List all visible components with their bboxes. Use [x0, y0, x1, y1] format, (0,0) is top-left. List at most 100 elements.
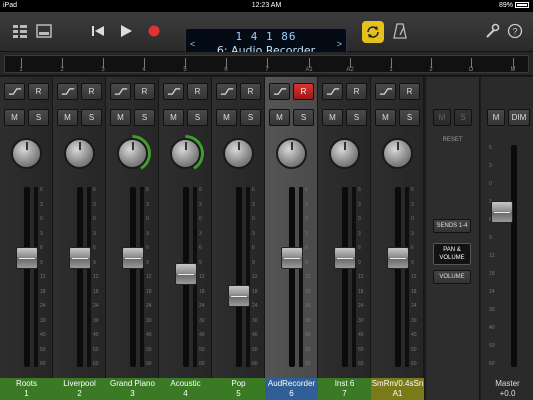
help-icon[interactable]: ? — [507, 23, 523, 39]
pan-knob[interactable] — [273, 135, 310, 172]
solo-button[interactable]: S — [240, 109, 261, 126]
mute-button[interactable]: M — [110, 109, 131, 126]
ruler-label[interactable]: 1 — [389, 67, 392, 73]
play-icon[interactable] — [118, 23, 134, 39]
solo-button[interactable]: S — [293, 109, 314, 126]
volume-fader[interactable] — [175, 262, 197, 285]
cycle-button[interactable] — [362, 21, 384, 43]
sends-view-button[interactable]: SENDS 1-4 — [433, 219, 471, 233]
record-enable-button[interactable]: R — [134, 83, 155, 100]
automation-button[interactable] — [110, 83, 131, 100]
record-enable-button[interactable]: R — [81, 83, 102, 100]
fader-track[interactable] — [130, 187, 136, 367]
pan-knob[interactable] — [379, 135, 416, 172]
track-nameplate[interactable]: AudRecorder 6 — [265, 378, 318, 400]
track-nameplate[interactable]: Inst 67 — [318, 378, 371, 400]
metronome-icon[interactable] — [392, 23, 408, 39]
track-ruler[interactable]: 1 2 3 4 5 6 7 A1 A2 1 2 O M — [0, 52, 533, 76]
rewind-icon[interactable] — [90, 23, 106, 39]
automation-button[interactable] — [57, 83, 78, 100]
fader-track[interactable] — [395, 187, 401, 367]
volume-fader[interactable] — [122, 247, 144, 270]
record-enable-button[interactable]: R — [346, 83, 367, 100]
ruler-label[interactable]: 5 — [183, 67, 186, 73]
pan-knob[interactable] — [326, 135, 363, 172]
record-icon[interactable] — [146, 23, 162, 39]
track-nameplate[interactable]: Grand Piano 3 — [106, 378, 159, 400]
pan-knob[interactable] — [114, 135, 151, 172]
record-enable-button[interactable]: R — [293, 83, 314, 100]
fader-track[interactable] — [342, 187, 348, 367]
volume-fader[interactable] — [69, 247, 91, 270]
volume-fader[interactable] — [228, 284, 250, 307]
center-mute-button[interactable]: M — [433, 109, 451, 126]
automation-button[interactable] — [322, 83, 343, 100]
ruler-label[interactable]: A2 — [346, 67, 353, 73]
master-mute-button[interactable]: M — [487, 109, 505, 126]
reset-button[interactable]: RESET — [426, 137, 479, 143]
master-fader-track[interactable] — [511, 145, 517, 367]
solo-button[interactable]: S — [134, 109, 155, 126]
volume-view-button[interactable]: VOLUME — [433, 270, 471, 284]
record-enable-button[interactable]: R — [240, 83, 261, 100]
pan-knob[interactable] — [8, 135, 45, 172]
solo-button[interactable]: S — [399, 109, 420, 126]
tracks-view-icon[interactable] — [12, 23, 28, 39]
pan-knob[interactable] — [220, 135, 257, 172]
settings-wrench-icon[interactable] — [484, 23, 500, 39]
scale-mark: 0 — [358, 216, 361, 222]
ruler-label[interactable]: 6 — [224, 67, 227, 73]
volume-fader[interactable] — [16, 247, 38, 270]
mute-button[interactable]: M — [322, 109, 343, 126]
mute-button[interactable]: M — [216, 109, 237, 126]
automation-button[interactable] — [4, 83, 25, 100]
ruler-label[interactable]: 4 — [142, 67, 145, 73]
fader-track[interactable] — [289, 187, 295, 367]
solo-button[interactable]: S — [346, 109, 367, 126]
mute-button[interactable]: M — [163, 109, 184, 126]
ruler-track[interactable]: 1 2 3 4 5 6 7 A1 A2 1 2 O M — [4, 55, 529, 73]
record-enable-button[interactable]: R — [399, 83, 420, 100]
master-volume-fader[interactable] — [491, 201, 513, 223]
ruler-label[interactable]: A1 — [305, 67, 312, 73]
next-track-arrow[interactable]: > — [337, 39, 342, 49]
ruler-label[interactable]: 2 — [60, 67, 63, 73]
volume-fader[interactable] — [334, 247, 356, 270]
track-nameplate[interactable]: SmRm/0.4sSn A1 — [371, 378, 424, 400]
ruler-label[interactable]: 7 — [265, 67, 268, 73]
ruler-label[interactable]: 1 — [19, 67, 22, 73]
volume-fader[interactable] — [281, 247, 303, 270]
mute-button[interactable]: M — [4, 109, 25, 126]
center-solo-button[interactable]: S — [454, 109, 472, 126]
ruler-label[interactable]: 2 — [429, 67, 432, 73]
track-nameplate[interactable]: Roots 1 — [0, 378, 53, 400]
mute-button[interactable]: M — [375, 109, 396, 126]
record-enable-button[interactable]: R — [187, 83, 208, 100]
track-nameplate[interactable]: Acoustic 4 — [159, 378, 212, 400]
solo-button[interactable]: S — [81, 109, 102, 126]
ruler-label[interactable]: M — [511, 67, 516, 73]
pan-volume-view-button[interactable]: PAN & VOLUME — [433, 243, 471, 265]
fader-track[interactable] — [24, 187, 30, 367]
dim-button[interactable]: DIM — [508, 109, 530, 126]
scale-mark: 12 — [146, 274, 152, 280]
track-nameplate[interactable]: Pop 5 — [212, 378, 265, 400]
mute-button[interactable]: M — [269, 109, 290, 126]
mute-button[interactable]: M — [57, 109, 78, 126]
mixer-view-icon[interactable] — [36, 23, 52, 39]
fader-track[interactable] — [77, 187, 83, 367]
automation-button[interactable] — [163, 83, 184, 100]
track-nameplate[interactable]: Liverpool 2 — [53, 378, 106, 400]
fader-track[interactable] — [236, 187, 242, 367]
solo-button[interactable]: S — [28, 109, 49, 126]
solo-button[interactable]: S — [187, 109, 208, 126]
pan-knob[interactable] — [167, 135, 204, 172]
volume-fader[interactable] — [387, 247, 409, 270]
record-enable-button[interactable]: R — [28, 83, 49, 100]
automation-button[interactable] — [216, 83, 237, 100]
automation-button[interactable] — [269, 83, 290, 100]
ruler-label[interactable]: O — [469, 67, 474, 73]
pan-knob[interactable] — [61, 135, 98, 172]
ruler-label[interactable]: 3 — [101, 67, 104, 73]
automation-button[interactable] — [375, 83, 396, 100]
